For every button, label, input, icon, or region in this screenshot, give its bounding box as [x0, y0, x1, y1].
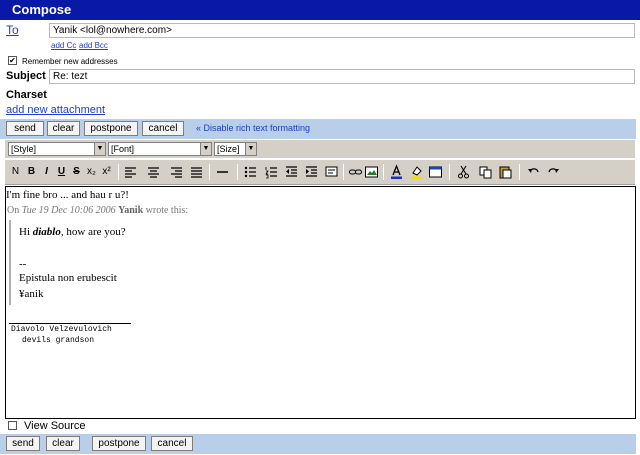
toolbar-divider — [519, 164, 520, 180]
quote-attribution: On Tue 19 Dec 10:06 2006 Yanik wrote thi… — [7, 205, 188, 216]
chevron-down-icon: ▼ — [245, 143, 256, 155]
table-icon[interactable] — [429, 164, 442, 180]
toolbar-divider — [383, 164, 384, 180]
formatting-toolbar: N B I U S x₂ x² — [5, 160, 635, 185]
reply-text: I'm fine bro ... and hau r u?! — [6, 189, 129, 201]
quoted-name: diablo — [32, 226, 61, 238]
postpone-button[interactable]: postpone — [84, 121, 138, 136]
to-field[interactable]: Yanik <lol@nowhere.com> — [49, 23, 635, 38]
send-button[interactable]: send — [6, 436, 40, 451]
charset-label: Charset — [6, 89, 47, 101]
add-attachment-link[interactable]: add new attachment — [6, 104, 105, 116]
chevron-down-icon: ▼ — [200, 143, 211, 155]
toolbar-divider — [209, 164, 210, 180]
blockquote-icon[interactable] — [325, 164, 338, 180]
quoted-message: Hi diablo, how are you? -- Epistula non … — [9, 220, 629, 305]
bold-icon[interactable]: B — [25, 164, 38, 180]
align-center-icon[interactable] — [147, 164, 160, 180]
link-icon[interactable] — [349, 164, 362, 180]
quoted-signature-line2: ¥anik — [19, 288, 44, 300]
toolbar-divider — [449, 164, 450, 180]
align-left-icon[interactable] — [124, 164, 137, 180]
underline-icon[interactable]: U — [55, 164, 68, 180]
quoted-greeting: Hi diablo, how are you? — [19, 226, 126, 238]
add-cc-link[interactable]: add Cc — [51, 41, 76, 50]
numbered-list-icon[interactable] — [265, 164, 278, 180]
quoted-signature-separator: -- — [19, 258, 27, 270]
clear-button[interactable]: clear — [47, 121, 80, 136]
signature-line1: Diavolo Velzevulovich — [11, 325, 112, 334]
chevron-down-icon: ▼ — [94, 143, 105, 155]
align-right-icon[interactable] — [170, 164, 183, 180]
paste-icon[interactable] — [499, 164, 512, 180]
highlight-color-icon[interactable] — [410, 164, 423, 180]
compose-title-bar: Compose — [0, 0, 640, 20]
superscript-icon[interactable]: x² — [100, 164, 113, 180]
attribution-date: Tue 19 Dec 10:06 2006 — [21, 205, 116, 216]
normal-format-icon[interactable]: N — [9, 164, 22, 180]
toolbar-divider — [343, 164, 344, 180]
bullet-list-icon[interactable] — [244, 164, 257, 180]
view-source-label: View Source — [24, 420, 86, 432]
subject-label: Subject — [6, 70, 46, 82]
attribution-name: Yanik — [118, 205, 144, 216]
send-button[interactable]: send — [6, 121, 44, 136]
clear-button[interactable]: clear — [46, 436, 80, 451]
attribution-suffix: wrote this: — [143, 205, 189, 216]
outdent-icon[interactable] — [285, 164, 298, 180]
font-select-value: [Font] — [111, 144, 135, 154]
indent-icon[interactable] — [305, 164, 318, 180]
image-icon[interactable] — [365, 164, 378, 180]
add-bcc-link[interactable]: add Bcc — [79, 41, 108, 50]
cut-icon[interactable] — [457, 164, 470, 180]
cancel-button[interactable]: cancel — [142, 121, 184, 136]
attribution-prefix: On — [7, 205, 22, 216]
disable-rich-text-link[interactable]: « Disable rich text formatting — [196, 123, 310, 133]
redo-icon[interactable] — [547, 164, 560, 180]
toolbar-divider — [237, 164, 238, 180]
text-color-icon[interactable] — [390, 164, 403, 180]
signature-divider — [9, 323, 131, 324]
size-select[interactable]: [Size] ▼ — [214, 142, 257, 156]
postpone-button[interactable]: postpone — [92, 436, 146, 451]
quoted-rest: , how are you? — [60, 226, 126, 238]
quoted-signature-line1: Epistula non erubescit — [19, 272, 117, 284]
size-select-value: [Size] — [217, 144, 240, 154]
font-select[interactable]: [Font] ▼ — [108, 142, 212, 156]
top-button-bar: send clear postpone cancel « Disable ric… — [0, 119, 636, 139]
italic-icon[interactable]: I — [40, 164, 53, 180]
undo-icon[interactable] — [527, 164, 540, 180]
view-source-checkbox[interactable] — [8, 421, 17, 430]
strikethrough-icon[interactable]: S — [70, 164, 83, 180]
format-select-bar: [Style] ▼ [Font] ▼ [Size] ▼ — [5, 140, 635, 158]
message-editor[interactable]: I'm fine bro ... and hau r u?! On Tue 19… — [5, 186, 636, 419]
copy-icon[interactable] — [479, 164, 492, 180]
style-select[interactable]: [Style] ▼ — [8, 142, 106, 156]
horizontal-rule-icon[interactable] — [216, 164, 229, 180]
remember-addresses-label: Remember new addresses — [22, 57, 118, 66]
cancel-button[interactable]: cancel — [151, 436, 193, 451]
subscript-icon[interactable]: x₂ — [85, 164, 98, 180]
page-title: Compose — [12, 2, 72, 17]
subject-field[interactable]: Re: tezt — [49, 69, 635, 84]
remember-addresses-checkbox[interactable]: ✔ — [8, 56, 17, 65]
style-select-value: [Style] — [11, 144, 37, 154]
signature-line2: devils grandson — [22, 336, 95, 345]
quoted-hi: Hi — [19, 226, 33, 238]
toolbar-divider — [118, 164, 119, 180]
bottom-button-bar: send clear postpone cancel — [0, 434, 636, 454]
to-link[interactable]: To — [6, 23, 19, 37]
justify-icon[interactable] — [190, 164, 203, 180]
